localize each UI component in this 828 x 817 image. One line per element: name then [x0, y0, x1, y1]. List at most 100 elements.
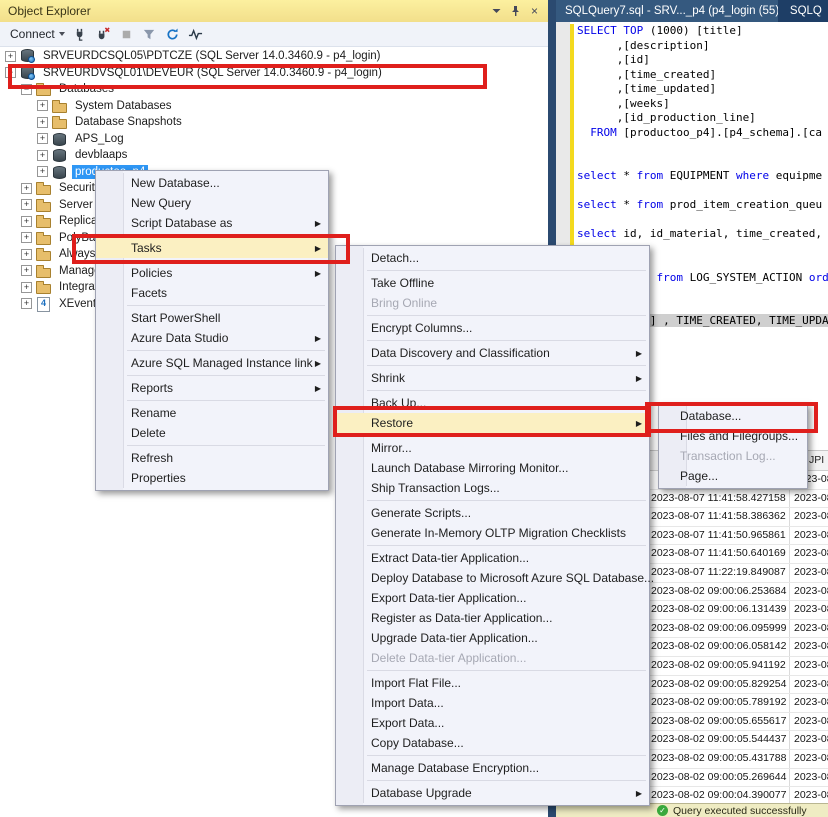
grid-cell-time-created[interactable]: 2023-08-07 11:41:50.965861	[646, 527, 789, 545]
grid-cell-time-updated[interactable]: 2023-08-0	[789, 620, 828, 638]
menu-item[interactable]: Deploy Database to Microsoft Azure SQL D…	[336, 568, 649, 588]
menu-item[interactable]: Shrink▶	[336, 368, 649, 388]
menu-item[interactable]: Launch Database Mirroring Monitor...	[336, 458, 649, 478]
grid-cell-time-created[interactable]: 2023-08-02 09:00:05.655617	[646, 713, 789, 731]
menu-item[interactable]: Tasks▶	[96, 238, 328, 258]
window-position-icon[interactable]	[488, 3, 505, 19]
expand-icon[interactable]: +	[21, 199, 32, 210]
grid-cell-time-updated[interactable]: 2023-08-0	[789, 527, 828, 545]
results-grid[interactable]: JPI 2023-08-02023-08-07 11:41:58.4271582…	[645, 450, 828, 804]
menu-item[interactable]: Import Flat File...	[336, 673, 649, 693]
grid-cell-time-updated[interactable]: 2023-08-0	[789, 583, 828, 601]
menu-item[interactable]: Export Data-tier Application...	[336, 588, 649, 608]
expand-icon[interactable]: +	[21, 298, 32, 309]
grid-cell-time-updated[interactable]: 2023-08-0	[789, 769, 828, 787]
menu-item[interactable]: Manage Database Encryption...	[336, 758, 649, 778]
tree-row[interactable]: +Database Snapshots	[0, 114, 548, 131]
tree-row[interactable]: +devblaaps	[0, 147, 548, 164]
tree-row[interactable]: +System Databases	[0, 98, 548, 115]
grid-cell-time-updated[interactable]: 2023-08-0	[789, 564, 828, 582]
grid-cell-time-created[interactable]: 2023-08-07 11:41:58.386362	[646, 508, 789, 526]
grid-cell-time-created[interactable]: 2023-08-02 09:00:04.390077	[646, 787, 789, 804]
menu-item[interactable]: Import Data...	[336, 693, 649, 713]
menu-item[interactable]: Data Discovery and Classification▶	[336, 343, 649, 363]
collapse-icon[interactable]: −	[21, 84, 32, 95]
expand-icon[interactable]: +	[21, 249, 32, 260]
menu-item[interactable]: Page...	[659, 466, 807, 486]
expand-icon[interactable]: +	[37, 133, 48, 144]
menu-item[interactable]: Database...	[659, 406, 807, 426]
menu-item[interactable]: Reports▶	[96, 378, 328, 398]
expand-icon[interactable]: +	[21, 232, 32, 243]
pin-icon[interactable]	[507, 3, 524, 19]
menu-item[interactable]: Register as Data-tier Application...	[336, 608, 649, 628]
expand-icon[interactable]: +	[37, 150, 48, 161]
menu-item[interactable]: Back Up...	[336, 393, 649, 413]
menu-item[interactable]: Generate Scripts...	[336, 503, 649, 523]
grid-cell-time-updated[interactable]: 2023-08-0	[789, 601, 828, 619]
grid-cell-time-created[interactable]: 2023-08-02 09:00:05.941192	[646, 657, 789, 675]
tab-sqlquery7[interactable]: SQLQuery7.sql - SRV..._p4 (p4_login (55)…	[556, 0, 778, 22]
menu-item[interactable]: Mirror...	[336, 438, 649, 458]
menu-item[interactable]: Encrypt Columns...	[336, 318, 649, 338]
menu-item[interactable]: Restore▶	[336, 413, 649, 433]
menu-item[interactable]: Database Upgrade▶	[336, 783, 649, 803]
menu-item[interactable]: Ship Transaction Logs...	[336, 478, 649, 498]
tab-sqlquery-partial[interactable]: SQLQ	[781, 0, 828, 22]
menu-item[interactable]: Extract Data-tier Application...	[336, 548, 649, 568]
grid-cell-time-updated[interactable]: 2023-08-0	[789, 508, 828, 526]
menu-item[interactable]: Copy Database...	[336, 733, 649, 753]
grid-cell-time-updated[interactable]: 2023-08-0	[789, 638, 828, 656]
menu-item[interactable]: Script Database as▶	[96, 213, 328, 233]
menu-item[interactable]: Files and Filegroups...	[659, 426, 807, 446]
menu-item[interactable]: New Query	[96, 193, 328, 213]
grid-cell-time-created[interactable]: 2023-08-02 09:00:06.095999	[646, 620, 789, 638]
menu-item[interactable]: Generate In-Memory OLTP Migration Checkl…	[336, 523, 649, 543]
grid-cell-time-updated[interactable]: 2023-08-0	[789, 731, 828, 749]
grid-cell-time-updated[interactable]: 2023-08-0	[789, 490, 828, 508]
expand-icon[interactable]: +	[21, 282, 32, 293]
menu-item[interactable]: Properties	[96, 468, 328, 488]
filter-icon[interactable]	[139, 24, 160, 44]
menu-item[interactable]: Refresh	[96, 448, 328, 468]
grid-cell-time-updated[interactable]: 2023-08-0	[789, 694, 828, 712]
menu-item[interactable]: Take Offline	[336, 273, 649, 293]
tree-row[interactable]: −SRVEURDVSQL01\DEVEUR (SQL Server 14.0.3…	[0, 65, 548, 82]
grid-cell-time-updated[interactable]: 2023-08-0	[789, 676, 828, 694]
grid-cell-time-updated[interactable]: 2023-08-0	[789, 657, 828, 675]
menu-item[interactable]: New Database...	[96, 173, 328, 193]
grid-cell-time-created[interactable]: 2023-08-02 09:00:05.269644	[646, 769, 789, 787]
connect-button[interactable]: Connect	[6, 27, 69, 41]
close-icon[interactable]: ×	[526, 3, 543, 19]
menu-item[interactable]: Upgrade Data-tier Application...	[336, 628, 649, 648]
tree-row[interactable]: +SRVEURDCSQL05\PDTCZE (SQL Server 14.0.3…	[0, 48, 548, 65]
menu-item[interactable]: Azure SQL Managed Instance link▶	[96, 353, 328, 373]
activity-monitor-icon[interactable]	[185, 24, 206, 44]
menu-item[interactable]: Start PowerShell	[96, 308, 328, 328]
grid-cell-time-created[interactable]: 2023-08-02 09:00:05.829254	[646, 676, 789, 694]
menu-item[interactable]: Delete	[96, 423, 328, 443]
refresh-icon[interactable]	[162, 24, 183, 44]
expand-icon[interactable]: +	[21, 183, 32, 194]
grid-cell-time-created[interactable]: 2023-08-02 09:00:06.131439	[646, 601, 789, 619]
collapse-icon[interactable]: −	[5, 67, 16, 78]
grid-cell-time-updated[interactable]: 2023-08-0	[789, 787, 828, 804]
expand-icon[interactable]: +	[37, 117, 48, 128]
grid-cell-time-created[interactable]: 2023-08-02 09:00:05.544437	[646, 731, 789, 749]
grid-cell-time-updated[interactable]: 2023-08-0	[789, 713, 828, 731]
grid-cell-time-created[interactable]: 2023-08-07 11:41:58.427158	[646, 490, 789, 508]
tree-row[interactable]: −Databases	[0, 81, 548, 98]
expand-icon[interactable]: +	[21, 216, 32, 227]
stop-icon[interactable]	[116, 24, 137, 44]
tree-row[interactable]: +APS_Log	[0, 131, 548, 148]
grid-cell-time-created[interactable]: 2023-08-02 09:00:06.058142	[646, 638, 789, 656]
grid-cell-time-created[interactable]: 2023-08-07 11:22:19.849087	[646, 564, 789, 582]
expand-icon[interactable]: +	[37, 100, 48, 111]
expand-icon[interactable]: +	[37, 166, 48, 177]
grid-cell-time-updated[interactable]: 2023-08-0	[789, 750, 828, 768]
connect-plug-icon[interactable]	[70, 24, 91, 44]
grid-cell-time-updated[interactable]: 2023-08-0	[789, 545, 828, 563]
menu-item[interactable]: Facets	[96, 283, 328, 303]
grid-cell-time-created[interactable]: 2023-08-02 09:00:06.253684	[646, 583, 789, 601]
menu-item[interactable]: Rename	[96, 403, 328, 423]
